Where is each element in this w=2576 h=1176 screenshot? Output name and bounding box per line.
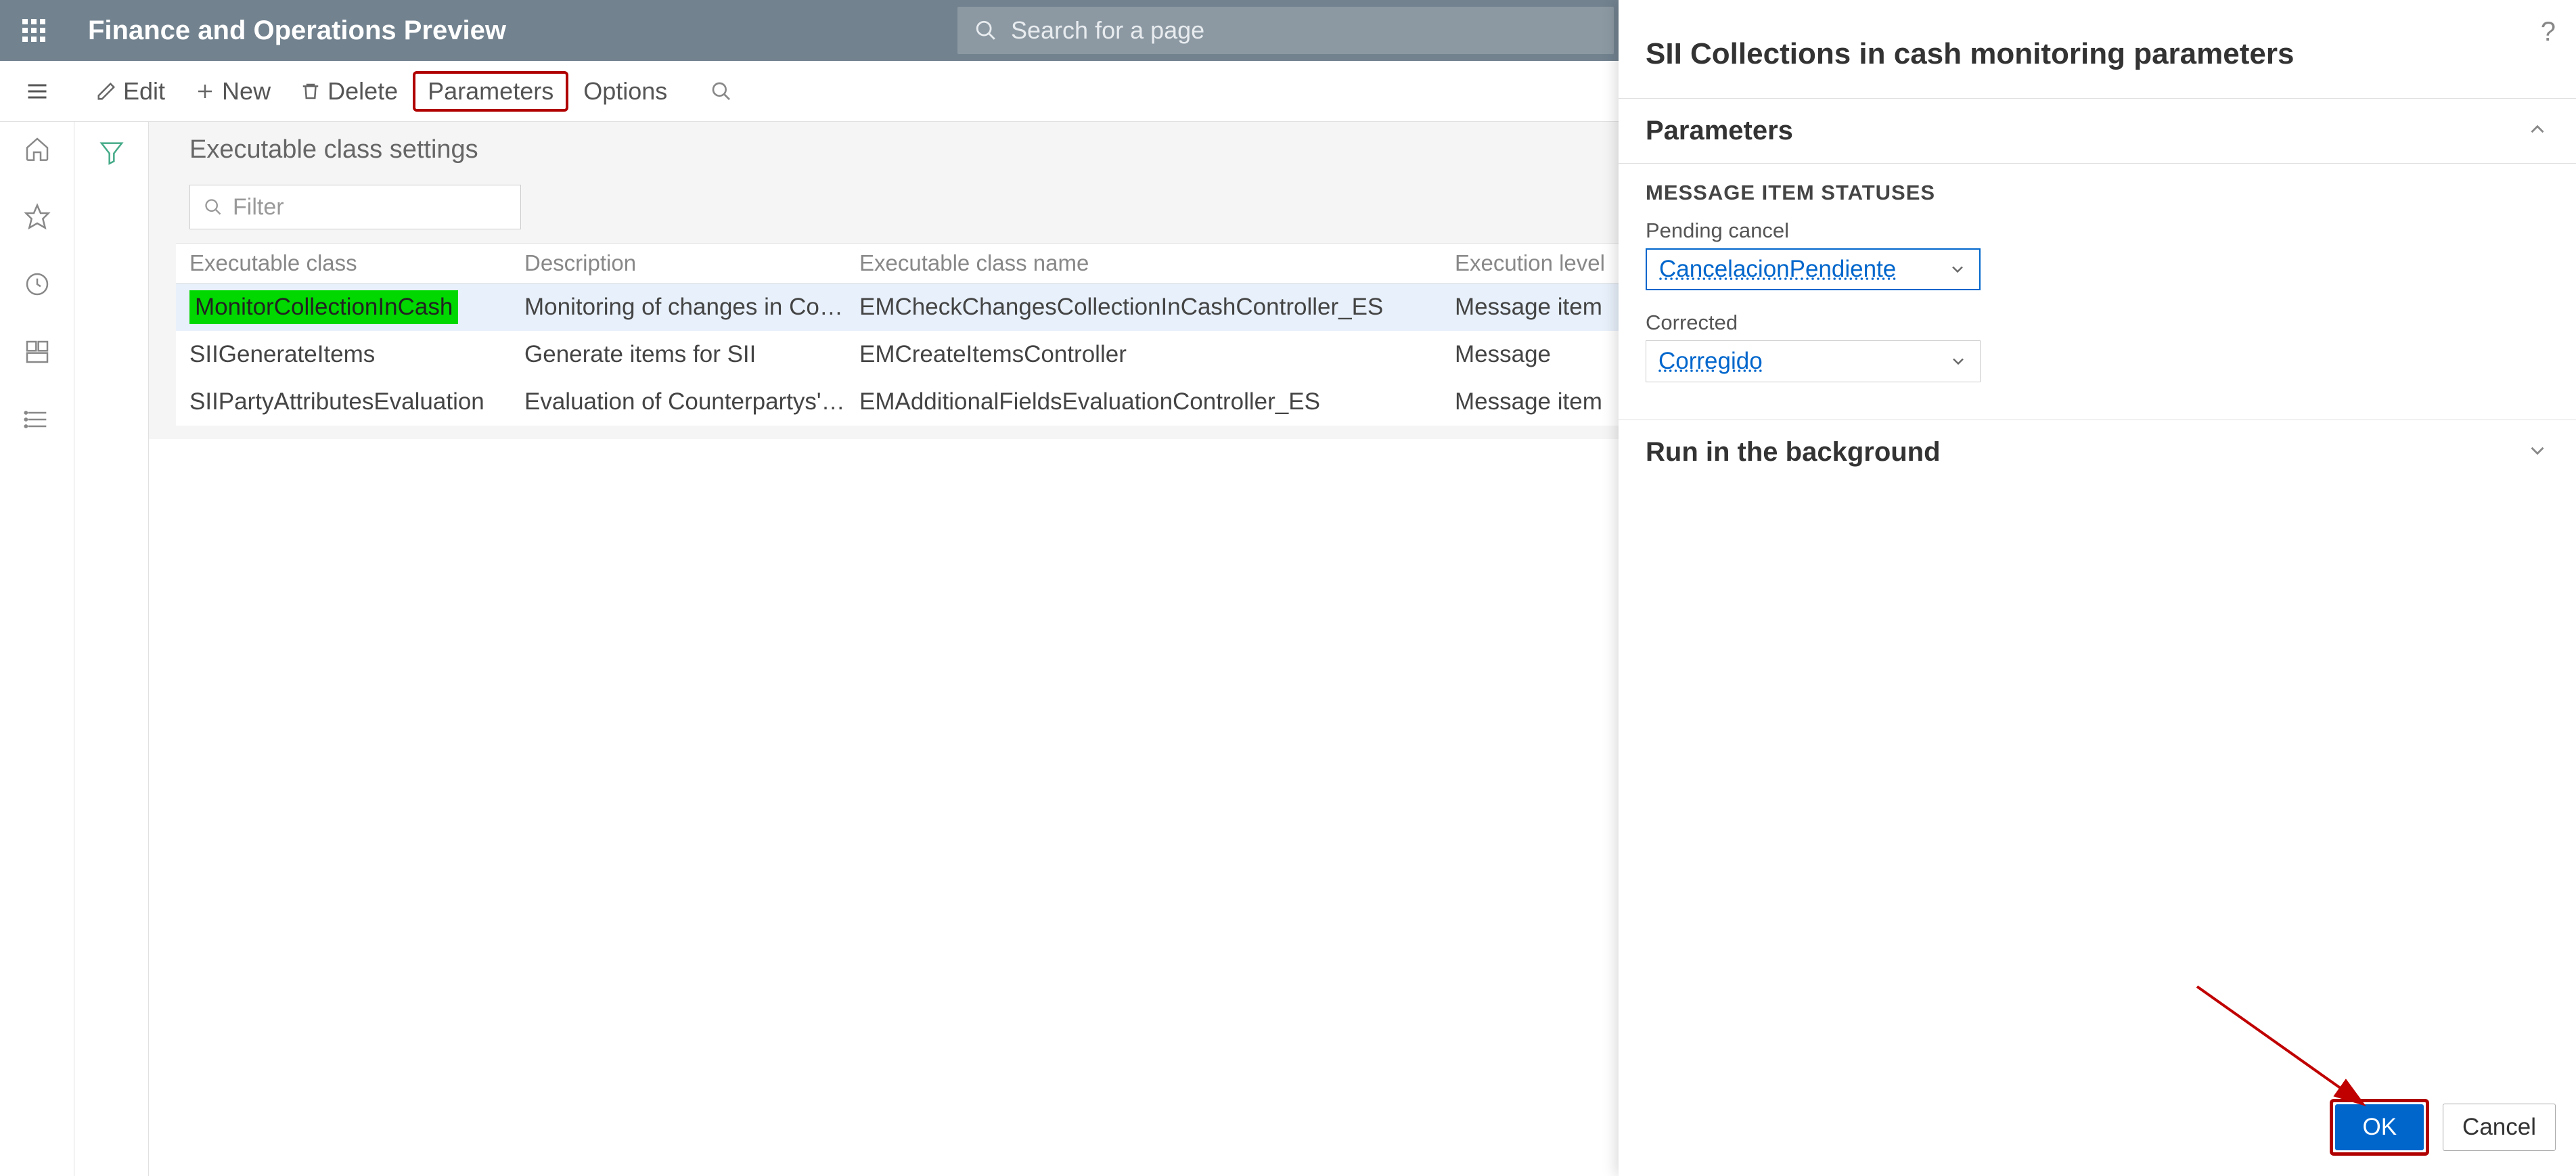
left-nav-rail (0, 122, 74, 1176)
ok-button-highlight: OK (2330, 1099, 2429, 1156)
app-title: Finance and Operations Preview (88, 16, 506, 46)
cell-classname: EMCheckChangesCollectionInCashController… (859, 294, 1455, 321)
parameters-section-title: Parameters (1646, 116, 1793, 146)
new-label: New (222, 77, 271, 106)
cell-class: MonitorCollectionInCash (189, 290, 524, 324)
parameters-side-panel: ? SII Collections in cash monitoring par… (1619, 0, 2576, 1176)
pencil-icon (96, 81, 116, 101)
col-header-class[interactable]: Executable class (189, 250, 524, 276)
col-header-description[interactable]: Description (524, 250, 859, 276)
delete-label: Delete (327, 77, 398, 106)
run-background-title: Run in the background (1646, 437, 1941, 468)
ok-button[interactable]: OK (2335, 1104, 2424, 1150)
delete-button[interactable]: Delete (286, 71, 413, 112)
chevron-down-icon (2526, 439, 2549, 466)
filter-pane (74, 122, 149, 1176)
options-label: Options (583, 77, 667, 106)
pending-cancel-label: Pending cancel (1646, 219, 2549, 243)
cell-description: Generate items for SII (524, 341, 859, 368)
plus-icon (195, 81, 215, 101)
corrected-value: Corregido (1658, 348, 1763, 375)
search-placeholder: Search for a page (1011, 16, 1204, 45)
workspace-icon[interactable] (24, 338, 51, 369)
cell-classname: EMAdditionalFieldsEvaluationController_E… (859, 388, 1455, 415)
pending-cancel-select[interactable]: CancelacionPendiente (1646, 248, 1981, 290)
cell-description: Evaluation of Counterpartys' attr... (524, 388, 859, 415)
funnel-icon[interactable] (98, 139, 125, 1176)
edit-button[interactable]: Edit (81, 71, 180, 112)
cell-level: Message (1455, 341, 1624, 368)
parameters-section-body: MESSAGE ITEM STATUSES Pending cancel Can… (1619, 164, 2576, 420)
action-search-button[interactable] (696, 71, 754, 112)
parameters-section-header[interactable]: Parameters (1619, 98, 2576, 164)
run-background-section-header[interactable]: Run in the background (1619, 420, 2576, 484)
search-icon (710, 81, 732, 102)
grid-filter-input[interactable]: Filter (189, 185, 521, 229)
corrected-select[interactable]: Corregido (1646, 340, 1981, 382)
message-item-statuses-label: MESSAGE ITEM STATUSES (1646, 181, 2549, 205)
app-launcher-icon[interactable] (0, 19, 68, 42)
chevron-down-icon (1949, 352, 1968, 371)
recent-icon[interactable] (24, 271, 51, 301)
global-search-input[interactable]: Search for a page (957, 7, 1614, 54)
pending-cancel-value: CancelacionPendiente (1659, 256, 1896, 283)
star-icon[interactable] (24, 203, 51, 233)
col-header-level[interactable]: Execution level (1455, 250, 1624, 276)
hamburger-menu-icon[interactable] (14, 79, 61, 104)
modules-icon[interactable] (24, 406, 51, 436)
filter-placeholder: Filter (233, 194, 284, 221)
trash-icon (300, 81, 321, 101)
annotation-arrow (2190, 980, 2380, 1115)
col-header-classname[interactable]: Executable class name (859, 250, 1455, 276)
chevron-up-icon (2526, 118, 2549, 144)
cell-description: Monitoring of changes in Collec... (524, 294, 859, 321)
home-icon[interactable] (24, 135, 51, 166)
search-icon (974, 19, 997, 42)
cell-class: SIIPartyAttributesEvaluation (189, 388, 524, 415)
panel-footer: OK Cancel (2330, 1099, 2556, 1156)
corrected-label: Corrected (1646, 311, 2549, 335)
help-icon[interactable]: ? (2541, 17, 2556, 47)
new-button[interactable]: New (180, 71, 286, 112)
parameters-label: Parameters (428, 77, 553, 106)
search-icon (204, 198, 223, 217)
parameters-button[interactable]: Parameters (413, 71, 568, 112)
cancel-button[interactable]: Cancel (2443, 1104, 2556, 1151)
cell-level: Message item (1455, 294, 1624, 321)
chevron-down-icon (1948, 260, 1967, 279)
cell-class: SIIGenerateItems (189, 341, 524, 368)
cell-level: Message item (1455, 388, 1624, 415)
panel-title: SII Collections in cash monitoring param… (1619, 0, 2576, 98)
edit-label: Edit (123, 77, 165, 106)
options-button[interactable]: Options (568, 71, 682, 112)
cell-classname: EMCreateItemsController (859, 341, 1455, 368)
